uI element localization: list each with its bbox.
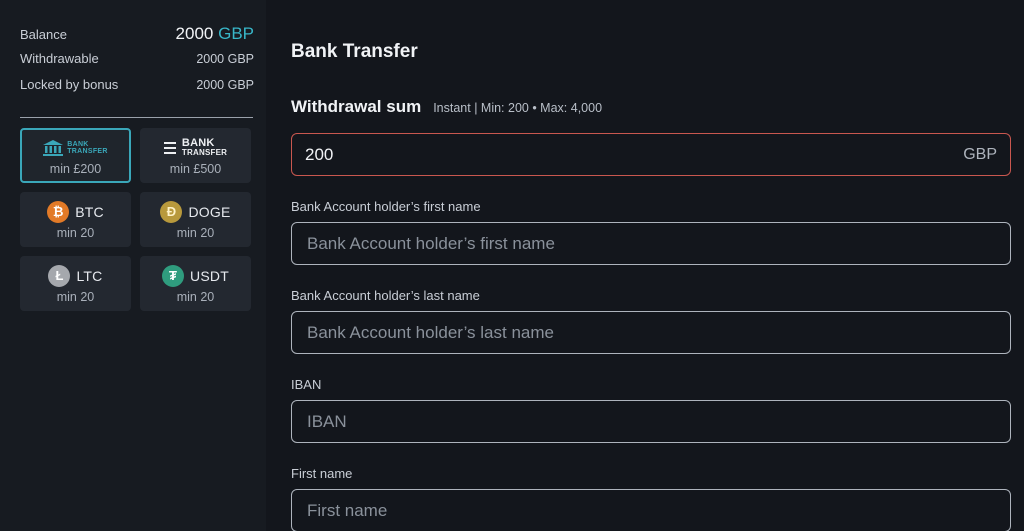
method-min: min 20 xyxy=(56,225,95,240)
balance-amount: 2000 xyxy=(175,24,214,43)
method-btc[interactable]: ₿ BTC min 20 xyxy=(20,192,131,247)
withdrawal-form: Bank Transfer Withdrawal sum Instant | M… xyxy=(266,0,1024,531)
bank-logo-line1: BANK xyxy=(181,136,215,149)
locked-label: Locked by bonus xyxy=(20,76,119,92)
method-name: LTC xyxy=(76,267,103,284)
method-bank-transfer-200[interactable]: BANK TRANSFER min £200 xyxy=(20,128,131,183)
method-bank-transfer-500[interactable]: BANK TRANSFER min £500 xyxy=(140,128,251,183)
method-header: Ł LTC xyxy=(48,264,102,288)
balance-currency: GBP xyxy=(218,24,254,43)
method-header: ₿ BTC xyxy=(47,200,104,224)
withdrawable-label: Withdrawable xyxy=(20,51,99,66)
method-logo: BANK TRANSFER xyxy=(43,136,108,160)
bank-logo-line2: TRANSFER xyxy=(181,147,228,157)
iban-label: IBAN xyxy=(291,377,322,392)
withdrawal-limits-note: Instant | Min: 200 • Max: 4,000 xyxy=(433,101,603,115)
method-doge[interactable]: Đ DOGE min 20 xyxy=(140,192,251,247)
method-logo: BANK TRANSFER xyxy=(163,136,228,160)
bank-logo-line2: TRANSFER xyxy=(67,147,108,155)
method-name: DOGE xyxy=(188,203,231,220)
locked-row: Locked by bonus 2000 GBP xyxy=(20,77,254,103)
locked-value: 2000 GBP xyxy=(196,77,254,92)
withdrawal-app: Balance 2000 GBP Withdrawable 2000 GBP L… xyxy=(0,0,1024,531)
method-min: min 20 xyxy=(56,289,95,304)
method-name: USDT xyxy=(190,267,229,284)
first-name-label: First name xyxy=(291,466,353,481)
iban-field[interactable] xyxy=(291,400,1011,443)
withdrawal-sum-input[interactable]: 200 GBP xyxy=(291,133,1011,176)
iban-input[interactable] xyxy=(305,410,997,433)
holder-last-name-field[interactable] xyxy=(291,311,1011,354)
divider xyxy=(20,117,253,118)
bank-logo: BANK TRANSFER xyxy=(43,139,108,156)
method-ltc[interactable]: Ł LTC min 20 xyxy=(20,256,131,311)
first-name-field[interactable] xyxy=(291,489,1011,531)
payment-methods: BANK TRANSFER min £200 BANK TRANSFER min… xyxy=(20,128,254,311)
withdrawal-sum-value: 200 xyxy=(305,144,334,164)
bank-lines-icon xyxy=(163,141,176,154)
method-header: ₮ USDT xyxy=(162,264,229,288)
bank-logo-line1: BANK xyxy=(67,140,89,148)
holder-first-name-input[interactable] xyxy=(305,232,997,255)
first-name-input[interactable] xyxy=(305,499,997,522)
balance-row: Balance 2000 GBP xyxy=(20,24,254,51)
method-name: BTC xyxy=(75,203,104,220)
bank-logo-text: BANK TRANSFER xyxy=(181,136,228,157)
withdrawable-value: 2000 GBP xyxy=(196,52,254,66)
withdrawal-sum-currency: GBP xyxy=(963,145,997,163)
balance-label: Balance xyxy=(20,27,67,42)
method-min: min £200 xyxy=(49,161,102,176)
last-name-holder-label: Bank Account holder’s last name xyxy=(291,288,480,303)
holder-last-name-input[interactable] xyxy=(305,321,997,344)
sidebar: Balance 2000 GBP Withdrawable 2000 GBP L… xyxy=(0,0,266,531)
method-min: min 20 xyxy=(176,225,215,240)
withdrawal-sum-label: Withdrawal sum xyxy=(291,97,422,116)
balance-value: 2000 GBP xyxy=(176,24,254,44)
method-min: min 20 xyxy=(176,289,215,304)
method-usdt[interactable]: ₮ USDT min 20 xyxy=(140,256,251,311)
balance-summary: Balance 2000 GBP Withdrawable 2000 GBP L… xyxy=(20,24,254,102)
tether-icon: ₮ xyxy=(162,264,185,287)
withdrawal-sum-header: Withdrawal sum Instant | Min: 200 • Max:… xyxy=(291,97,1011,117)
litecoin-icon: Ł xyxy=(48,264,71,287)
method-min: min £500 xyxy=(169,161,222,176)
first-name-holder-label: Bank Account holder’s first name xyxy=(291,199,481,214)
bank-building-icon xyxy=(43,139,64,156)
withdrawable-row: Withdrawable 2000 GBP xyxy=(20,51,254,77)
bitcoin-icon: ₿ xyxy=(47,200,70,223)
bank-logo-text: BANK TRANSFER xyxy=(67,141,108,155)
holder-first-name-field[interactable] xyxy=(291,222,1011,265)
dogecoin-icon: Đ xyxy=(160,200,183,223)
page-title: Bank Transfer xyxy=(291,41,418,62)
method-header: Đ DOGE xyxy=(160,200,230,224)
